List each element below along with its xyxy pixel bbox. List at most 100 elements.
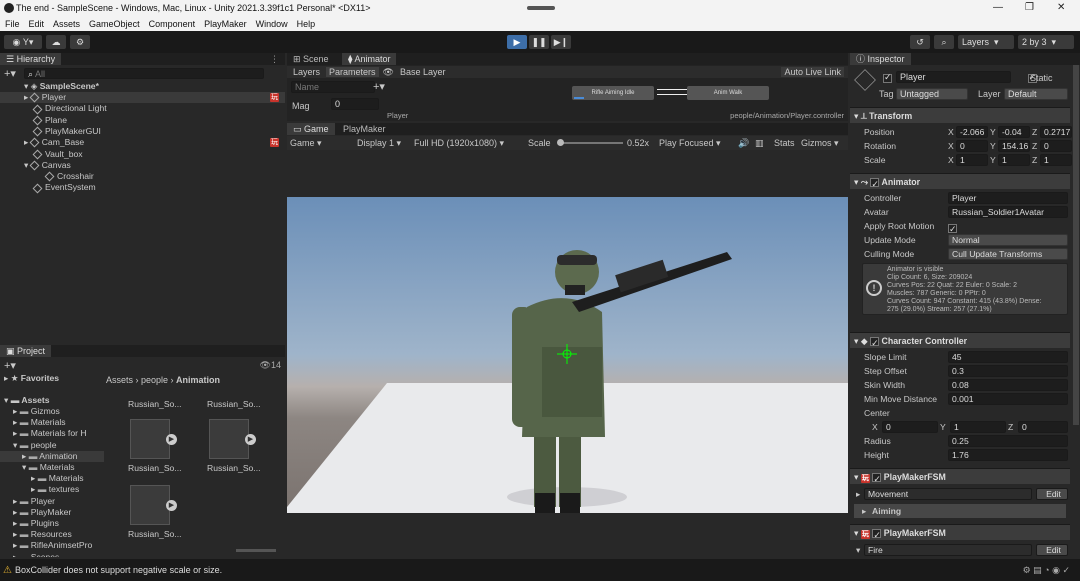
cloud-icon[interactable]: ☁ — [46, 35, 66, 49]
expand-arrow-icon[interactable]: ▸ — [13, 540, 20, 550]
anim-clip-thumb[interactable]: ▶ — [209, 419, 256, 459]
favorites-folder[interactable]: ▸ ★ Favorites — [4, 373, 59, 384]
project-folder[interactable]: ▾ ▬ Materials — [0, 462, 104, 473]
cc-header[interactable]: ▾ ◆ Character Controller — [850, 332, 1070, 351]
param-mag-field[interactable]: 0 — [331, 98, 379, 110]
project-folder[interactable]: ▸ ▬ RifleAnimsetPro — [0, 540, 104, 551]
expand-arrow-icon[interactable]: ▸ — [13, 529, 20, 539]
project-folder[interactable]: ▸ ▬ Scenes — [0, 552, 104, 557]
inspector-scrollbar[interactable] — [1073, 65, 1079, 425]
audio-icon[interactable]: 🔊 — [738, 138, 749, 149]
menu-window[interactable]: Window — [256, 19, 288, 29]
menu-edit[interactable]: Edit — [29, 19, 45, 29]
expand-arrow-icon[interactable]: ▸ — [13, 428, 20, 438]
animator-header[interactable]: ▾ ⤳ Animator — [850, 173, 1070, 192]
controller-field[interactable]: Player — [948, 192, 1068, 204]
expand-arrow-icon[interactable]: ▸ — [13, 496, 20, 506]
collab-icon[interactable]: ⚙ — [70, 35, 90, 49]
anim-clip-thumb[interactable]: ▶ — [130, 485, 177, 525]
param-search[interactable]: Name — [291, 81, 375, 93]
maximize-icon[interactable]: ❐ — [1025, 2, 1034, 13]
hierarchy-item[interactable]: Vault_box — [0, 149, 285, 160]
avatar-field[interactable]: Russian_Soldier1Avatar — [948, 206, 1068, 218]
menu-gameobject[interactable]: GameObject — [89, 19, 140, 29]
height-field[interactable]: 1.76 — [948, 449, 1068, 461]
add-param-icon[interactable]: +▾ — [373, 80, 385, 93]
file-label[interactable]: Russian_So... — [207, 463, 261, 474]
hierarchy-item[interactable]: Crosshair — [0, 171, 285, 182]
expand-arrow-icon[interactable]: ▾ — [22, 462, 29, 472]
hierarchy-item[interactable]: PlayMakerGUI — [0, 126, 285, 137]
fsm2-state-field[interactable]: Fire — [864, 544, 1032, 556]
expand-arrow-icon[interactable]: ▸ — [31, 484, 38, 494]
hierarchy-item[interactable]: ▸ Cam_Base 玩 — [0, 137, 285, 148]
expand-arrow-icon[interactable]: ▾ — [13, 440, 20, 450]
tab-scene[interactable]: ⊞ Scene — [287, 53, 335, 65]
breadcrumb-assets[interactable]: Assets — [106, 375, 133, 385]
hierarchy-search[interactable]: ⌕ All — [23, 67, 264, 79]
transition-arrow[interactable] — [657, 94, 687, 95]
project-folder[interactable]: ▸ ▬ Gizmos — [0, 406, 104, 417]
parameters-tab[interactable]: Parameters — [326, 67, 379, 77]
file-label[interactable]: Russian_So... — [128, 463, 182, 474]
hierarchy-item[interactable]: Directional Light — [0, 103, 285, 114]
play-preview-icon[interactable]: ▶ — [166, 434, 177, 445]
play-button[interactable]: ▶ — [507, 35, 527, 49]
assets-folder[interactable]: ▾ ▬ Assets — [4, 395, 50, 406]
eye-icon[interactable]: 👁 — [383, 67, 394, 78]
status-message[interactable]: BoxCollider does not support negative sc… — [15, 565, 222, 575]
center-z-field[interactable]: 0 — [1018, 421, 1068, 433]
tab-animator[interactable]: ⧫ Animator — [342, 53, 397, 65]
update-mode-dropdown[interactable]: Normal — [948, 234, 1068, 246]
menu-help[interactable]: Help — [297, 19, 316, 29]
state-anim-walk[interactable]: Anim Walk — [687, 86, 769, 100]
cc-row-field[interactable]: 45 — [948, 351, 1068, 363]
project-folder[interactable]: ▸ ▬ textures — [0, 484, 104, 495]
transform-rotation-y-field[interactable]: 154.16 — [998, 140, 1030, 152]
hierarchy-item[interactable]: Plane — [0, 115, 285, 126]
layout-dropdown[interactable]: 2 by 3 ▾ — [1018, 35, 1074, 49]
project-folder[interactable]: ▸ ▬ Plugins — [0, 518, 104, 529]
state-rifle-idle[interactable]: Rifle Aiming Idle — [572, 86, 654, 100]
zoom-slider[interactable] — [236, 549, 276, 552]
tab-game[interactable]: ▭ Game — [287, 123, 335, 135]
fsm1-header[interactable]: ▾ 玩 PlayMakerFSM — [850, 468, 1070, 487]
expand-arrow-icon[interactable]: ▸ — [13, 417, 20, 427]
transform-position-y-field[interactable]: -0.04 — [998, 126, 1030, 138]
breadcrumb-animation[interactable]: Animation — [176, 375, 220, 385]
project-folder[interactable]: ▸ ▬ PlayMaker — [0, 507, 104, 518]
project-folder[interactable]: ▸ ▬ Resources — [0, 529, 104, 540]
tag-dropdown[interactable]: Untagged — [896, 88, 968, 100]
project-folder[interactable]: ▸ ▬ Materials for H — [0, 428, 104, 439]
tab-playmaker[interactable]: PlayMaker — [337, 123, 392, 135]
add-icon[interactable]: +▾ — [4, 359, 16, 372]
fsm1-state-field[interactable]: Movement — [864, 488, 1032, 500]
layers-dropdown[interactable]: Layers ▾ — [958, 35, 1014, 49]
expand-arrow-icon[interactable]: ▸ — [31, 473, 38, 483]
cc-enabled-checkbox[interactable] — [870, 335, 880, 351]
anim-clip-thumb[interactable]: ▶ — [130, 419, 177, 459]
hierarchy-item[interactable]: ▾ Canvas — [0, 160, 285, 171]
layer-dropdown[interactable]: Default — [1004, 88, 1068, 100]
gizmos-dropdown[interactable]: Gizmos ▾ — [801, 138, 839, 149]
breadcrumb-people[interactable]: people — [141, 375, 168, 385]
tab-project[interactable]: ▣ Project — [0, 345, 52, 357]
expand-arrow-icon[interactable]: ▸ — [22, 451, 29, 461]
menu-component[interactable]: Component — [149, 19, 196, 29]
scale-slider[interactable] — [559, 142, 623, 144]
add-icon[interactable]: +▾ — [4, 67, 16, 80]
center-x-field[interactable]: 0 — [882, 421, 938, 433]
fsm1-enabled-checkbox[interactable] — [872, 471, 882, 487]
vsync-icon[interactable]: ▥ — [755, 138, 764, 149]
scale-slider-handle[interactable] — [557, 139, 564, 146]
transform-scale-y-field[interactable]: 1 — [998, 154, 1030, 166]
status-icons[interactable]: ⚙ ▤ ◔ ◉ ✓ — [1023, 565, 1070, 576]
resolution-dropdown[interactable]: Full HD (1920x1080) ▾ — [414, 138, 504, 149]
tab-inspector[interactable]: ⓘ Inspector — [850, 53, 911, 65]
game-mode-dropdown[interactable]: Game ▾ — [290, 138, 322, 149]
animator-enabled-checkbox[interactable] — [870, 176, 880, 192]
tab-hierarchy[interactable]: ☰ Hierarchy — [0, 53, 62, 65]
drag-handle[interactable] — [527, 6, 555, 10]
root-motion-checkbox[interactable] — [948, 222, 957, 236]
transform-position-x-field[interactable]: -2.066 — [956, 126, 988, 138]
